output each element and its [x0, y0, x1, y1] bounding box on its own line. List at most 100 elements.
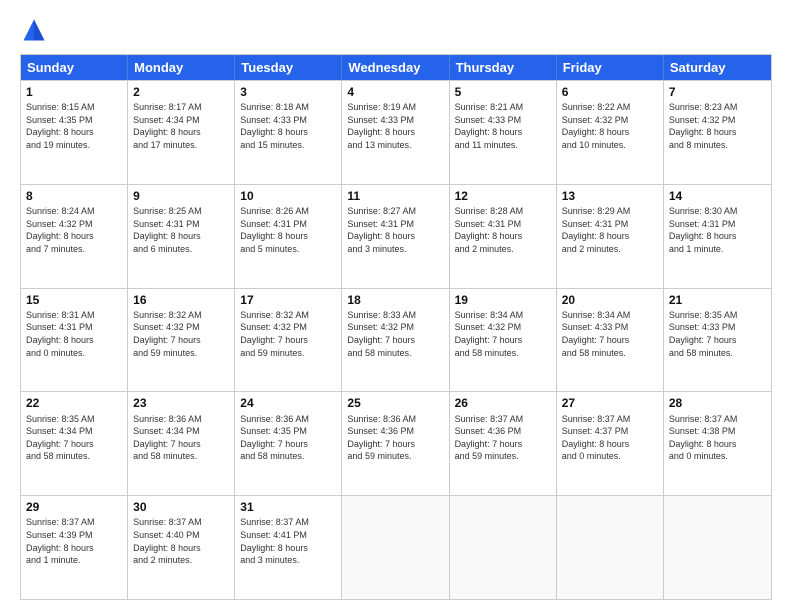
- cell-line: Sunrise: 8:35 AM: [669, 310, 738, 320]
- empty-cell: [664, 496, 771, 599]
- logo-icon: [20, 16, 48, 44]
- cell-line: Sunrise: 8:27 AM: [347, 206, 416, 216]
- cell-line: and 0 minutes.: [26, 348, 85, 358]
- cell-line: Sunset: 4:32 PM: [347, 322, 414, 332]
- cell-line: Sunrise: 8:17 AM: [133, 102, 202, 112]
- cell-line: Daylight: 7 hours: [347, 439, 415, 449]
- cell-info: Sunrise: 8:35 AMSunset: 4:34 PMDaylight:…: [26, 413, 122, 463]
- cell-line: Sunrise: 8:37 AM: [669, 414, 738, 424]
- cell-line: Sunrise: 8:24 AM: [26, 206, 95, 216]
- page: SundayMondayTuesdayWednesdayThursdayFrid…: [0, 0, 792, 612]
- cell-info: Sunrise: 8:32 AMSunset: 4:32 PMDaylight:…: [133, 309, 229, 359]
- calendar-cell: 16Sunrise: 8:32 AMSunset: 4:32 PMDayligh…: [128, 289, 235, 392]
- cell-line: Sunrise: 8:36 AM: [133, 414, 202, 424]
- cell-line: and 6 minutes.: [133, 244, 192, 254]
- weekday-header: Friday: [557, 55, 664, 80]
- day-number: 7: [669, 84, 766, 100]
- cell-line: Daylight: 8 hours: [240, 231, 308, 241]
- cell-line: Sunset: 4:31 PM: [669, 219, 736, 229]
- cell-line: Sunset: 4:31 PM: [26, 322, 93, 332]
- calendar-row: 1Sunrise: 8:15 AMSunset: 4:35 PMDaylight…: [21, 80, 771, 184]
- cell-info: Sunrise: 8:34 AMSunset: 4:33 PMDaylight:…: [562, 309, 658, 359]
- cell-line: Daylight: 7 hours: [455, 439, 523, 449]
- calendar-cell: 25Sunrise: 8:36 AMSunset: 4:36 PMDayligh…: [342, 392, 449, 495]
- calendar-cell: 15Sunrise: 8:31 AMSunset: 4:31 PMDayligh…: [21, 289, 128, 392]
- day-number: 14: [669, 188, 766, 204]
- weekday-header: Sunday: [21, 55, 128, 80]
- cell-line: Sunrise: 8:34 AM: [562, 310, 631, 320]
- day-number: 23: [133, 395, 229, 411]
- calendar-cell: 27 Sunrise: 8:37 AMSunset: 4:37 PMDayligh…: [557, 392, 664, 495]
- calendar-cell: 30Sunrise: 8:37 AMSunset: 4:40 PMDayligh…: [128, 496, 235, 599]
- cell-line: Daylight: 8 hours: [562, 231, 630, 241]
- calendar-header: SundayMondayTuesdayWednesdayThursdayFrid…: [21, 55, 771, 80]
- cell-line: Sunset: 4:32 PM: [26, 219, 93, 229]
- day-number: 19: [455, 292, 551, 308]
- cell-line: Daylight: 8 hours: [133, 543, 201, 553]
- cell-line: and 59 minutes.: [240, 348, 304, 358]
- calendar-cell: 31 Sunrise: 8:37 AM Sunset: 4:41 PM Dayligh…: [235, 496, 342, 599]
- cell-info: Sunrise: 8:37 AMSunset: 4:36 PMDaylight:…: [455, 413, 551, 463]
- day-number: 1: [26, 84, 122, 100]
- cell-line: Sunrise: 8:21 AM: [455, 102, 524, 112]
- header: [20, 16, 772, 44]
- cell-line: Sunset: 4:34 PM: [133, 426, 200, 436]
- cell-line: and 59 minutes.: [347, 451, 411, 461]
- cell-line: Daylight: 8 hours: [562, 439, 630, 449]
- cell-info: Sunrise: 8:24 AM Sunset: 4:32 PM Daylight:…: [26, 205, 122, 255]
- cell-line: Sunrise: 8:15 AM: [26, 102, 95, 112]
- cell-line: Sunrise: 8:28 AM: [455, 206, 524, 216]
- cell-line: Sunrise: 8:32 AM: [240, 310, 309, 320]
- cell-line: Sunset: 4:38 PM: [669, 426, 736, 436]
- day-number: 24: [240, 395, 336, 411]
- cell-line: and 15 minutes.: [240, 140, 304, 150]
- cell-line: Sunrise: 8:18 AM: [240, 102, 309, 112]
- day-number: 13: [562, 188, 658, 204]
- cell-info: Sunrise: 8:29 AMSunset: 4:31 PMDaylight:…: [562, 205, 658, 255]
- cell-line: Sunrise: 8:37 AM: [133, 517, 202, 527]
- cell-line: and 59 minutes.: [133, 348, 197, 358]
- cell-line: Daylight: 7 hours: [669, 335, 737, 345]
- cell-info: Sunrise: 8:33 AMSunset: 4:32 PMDaylight:…: [347, 309, 443, 359]
- cell-line: Sunset: 4:35 PM: [26, 115, 93, 125]
- calendar-cell: 10Sunrise: 8:26 AMSunset: 4:31 PMDayligh…: [235, 185, 342, 288]
- weekday-header: Wednesday: [342, 55, 449, 80]
- day-number: 16: [133, 292, 229, 308]
- cell-line: and 58 minutes.: [562, 348, 626, 358]
- cell-line: and 2 minutes.: [562, 244, 621, 254]
- cell-line: Daylight: 8 hours: [26, 231, 94, 241]
- weekday-header: Saturday: [664, 55, 771, 80]
- day-number: 31: [240, 499, 336, 515]
- cell-info: Sunrise: 8:28 AMSunset: 4:31 PMDaylight:…: [455, 205, 551, 255]
- day-number: 27: [562, 395, 658, 411]
- calendar-cell: 28Sunrise: 8:37 AMSunset: 4:38 PMDayligh…: [664, 392, 771, 495]
- day-number: 9: [133, 188, 229, 204]
- calendar: SundayMondayTuesdayWednesdayThursdayFrid…: [20, 54, 772, 600]
- cell-line: Sunset: 4:41 PM: [240, 530, 307, 540]
- calendar-cell: 14Sunrise: 8:30 AMSunset: 4:31 PMDayligh…: [664, 185, 771, 288]
- calendar-cell: 26Sunrise: 8:37 AMSunset: 4:36 PMDayligh…: [450, 392, 557, 495]
- cell-line: Sunrise: 8:33 AM: [347, 310, 416, 320]
- cell-line: Sunrise: 8:37 AM: [240, 517, 309, 527]
- cell-line: and 13 minutes.: [347, 140, 411, 150]
- cell-info: Sunrise: 8:37 AMSunset: 4:40 PMDaylight:…: [133, 516, 229, 566]
- cell-line: Sunrise: 8:37 AM: [562, 414, 631, 424]
- day-number: 28: [669, 395, 766, 411]
- cell-line: Sunset: 4:34 PM: [26, 426, 93, 436]
- cell-info: Sunrise: 8:30 AMSunset: 4:31 PMDaylight:…: [669, 205, 766, 255]
- cell-line: Daylight: 8 hours: [26, 335, 94, 345]
- cell-line: Sunrise: 8:37 AM: [455, 414, 524, 424]
- cell-info: Sunrise: 8:37 AMSunset: 4:37 PMDaylight:…: [562, 413, 658, 463]
- cell-line: Daylight: 8 hours: [240, 543, 308, 553]
- cell-info: Sunrise: 8:23 AMSunset: 4:32 PMDaylight:…: [669, 101, 766, 151]
- cell-line: Sunset: 4:31 PM: [133, 219, 200, 229]
- day-number: 4: [347, 84, 443, 100]
- day-number: 29: [26, 499, 122, 515]
- cell-info: Sunrise: 8:35 AMSunset: 4:33 PMDaylight:…: [669, 309, 766, 359]
- cell-line: and 58 minutes.: [347, 348, 411, 358]
- cell-info: Sunrise: 8:22 AMSunset: 4:32 PMDaylight:…: [562, 101, 658, 151]
- cell-line: and 0 minutes.: [669, 451, 728, 461]
- cell-line: Sunset: 4:32 PM: [669, 115, 736, 125]
- cell-line: Sunrise: 8:36 AM: [347, 414, 416, 424]
- calendar-cell: 6Sunrise: 8:22 AMSunset: 4:32 PMDaylight…: [557, 81, 664, 184]
